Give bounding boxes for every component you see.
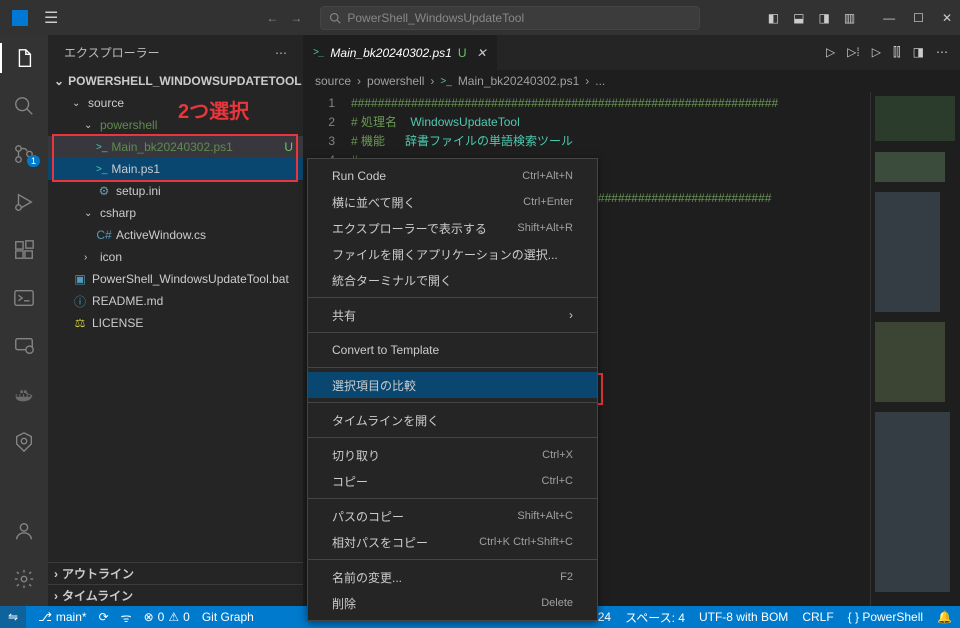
toggle-secondary-sidebar-icon[interactable]: ◨ — [818, 11, 829, 25]
activitybar: 1 — [0, 35, 48, 606]
vscode-logo-icon — [12, 10, 28, 26]
status-language[interactable]: { } PowerShell — [848, 610, 923, 624]
search-text: PowerShell_WindowsUpdateTool — [347, 11, 524, 25]
status-spaces[interactable]: スペース: 4 — [625, 609, 685, 626]
timeline-section[interactable]: ›タイムライン — [48, 584, 303, 606]
file-activewindow-cs[interactable]: C#ActiveWindow.cs — [48, 224, 303, 246]
file-license[interactable]: ⚖LICENSE — [48, 312, 303, 334]
menu-integrated-terminal[interactable]: 統合ターミナルで開く — [308, 267, 597, 293]
menu-share[interactable]: 共有› — [308, 302, 597, 328]
titlebar: ☰ ← → PowerShell_WindowsUpdateTool ◧ ⬓ ◨… — [0, 0, 960, 35]
activity-settings-icon[interactable] — [0, 564, 48, 594]
run-icon[interactable]: ▷ — [826, 45, 835, 60]
sidebar-explorer: エクスプローラー ⋯ ⌄ POWERSHELL_WINDOWSUPDATETOO… — [48, 35, 303, 606]
menu-icon[interactable]: ☰ — [44, 8, 58, 28]
annotation-label: 2つ選択 — [178, 95, 249, 124]
menu-copy-path[interactable]: パスのコピーShift+Alt+C — [308, 503, 597, 529]
file-bat[interactable]: ▣PowerShell_WindowsUpdateTool.bat — [48, 268, 303, 290]
status-branch[interactable]: ⎇main* — [38, 610, 87, 624]
menu-convert-template[interactable]: Convert to Template — [308, 337, 597, 363]
activity-account-icon[interactable] — [0, 516, 48, 546]
file-setup-ini[interactable]: ⚙setup.ini — [48, 180, 303, 202]
menu-open-with[interactable]: ファイルを開くアプリケーションの選択... — [308, 241, 597, 267]
nav-back-icon[interactable]: ← — [266, 11, 278, 25]
maximize-icon[interactable]: ☐ — [913, 11, 924, 25]
more-actions-icon[interactable]: ⋯ — [936, 45, 948, 60]
menu-delete[interactable]: 削除Delete — [308, 590, 597, 616]
minimap[interactable] — [870, 92, 960, 606]
split-right-icon[interactable]: ⫿⫿ — [893, 45, 901, 60]
split-editor-icon[interactable]: ◨ — [913, 45, 924, 60]
menu-run-code[interactable]: Run CodeCtrl+Alt+N — [308, 163, 597, 189]
folder-csharp[interactable]: ⌄csharp — [48, 202, 303, 224]
outline-section[interactable]: ›アウトライン — [48, 562, 303, 584]
license-file-icon: ⚖ — [72, 316, 88, 330]
status-notifications-icon[interactable]: 🔔 — [937, 610, 952, 624]
status-eol[interactable]: CRLF — [802, 610, 833, 624]
activity-docker-icon[interactable] — [0, 379, 48, 409]
tab-main-bk[interactable]: >_ Main_bk20240302.ps1 U ✕ — [303, 35, 497, 70]
menu-open-side[interactable]: 横に並べて開くCtrl+Enter — [308, 189, 597, 215]
editor-tabs: >_ Main_bk20240302.ps1 U ✕ ▷ ▷⁞ ▷ ⫿⫿ ◨ ⋯ — [303, 35, 960, 70]
activity-explorer-icon[interactable] — [0, 43, 48, 73]
status-encoding[interactable]: UTF-8 with BOM — [699, 610, 788, 624]
folder-powershell[interactable]: ⌄powershell — [48, 114, 303, 136]
activity-debug-icon[interactable] — [0, 187, 48, 217]
activity-kubernetes-icon[interactable] — [0, 427, 48, 457]
menu-compare-selected[interactable]: 選択項目の比較 — [308, 372, 597, 398]
annotation-box-files — [52, 134, 298, 182]
activity-extensions-icon[interactable] — [0, 235, 48, 265]
status-broadcast[interactable]: ᯤ — [121, 609, 132, 626]
run-file-icon[interactable]: ▷ — [872, 45, 881, 60]
menu-copy-relative-path[interactable]: 相対パスをコピーCtrl+K Ctrl+Shift+C — [308, 529, 597, 555]
status-gitgraph[interactable]: Git Graph — [202, 610, 254, 624]
nav-forward-icon[interactable]: → — [290, 11, 302, 25]
settings-file-icon: ⚙ — [96, 184, 112, 198]
close-icon[interactable]: ✕ — [942, 11, 952, 25]
powershell-file-icon: >_ — [313, 47, 324, 58]
search-icon — [329, 12, 341, 24]
info-file-icon: ⓘ — [72, 293, 88, 310]
toggle-panel-icon[interactable]: ⬓ — [793, 11, 804, 25]
file-readme[interactable]: ⓘREADME.md — [48, 290, 303, 312]
status-problems[interactable]: ⊗0 ⚠0 — [144, 610, 190, 624]
minimize-icon[interactable]: — — [883, 11, 895, 25]
menu-reveal-explorer[interactable]: エクスプローラーで表示するShift+Alt+R — [308, 215, 597, 241]
status-sync[interactable]: ⟳ — [99, 610, 109, 624]
sidebar-more-icon[interactable]: ⋯ — [275, 46, 287, 60]
context-menu: Run CodeCtrl+Alt+N 横に並べて開くCtrl+Enter エクス… — [307, 158, 598, 621]
project-root[interactable]: ⌄ POWERSHELL_WINDOWSUPDATETOOL — [48, 70, 303, 92]
breadcrumb[interactable]: source› powershell› >_Main_bk20240302.ps… — [303, 70, 960, 92]
csharp-file-icon: C# — [96, 228, 112, 242]
tab-close-icon[interactable]: ✕ — [477, 46, 487, 60]
activity-powershell-icon[interactable] — [0, 283, 48, 313]
command-center[interactable]: PowerShell_WindowsUpdateTool — [320, 6, 700, 30]
menu-cut[interactable]: 切り取りCtrl+X — [308, 442, 597, 468]
menu-copy[interactable]: コピーCtrl+C — [308, 468, 597, 494]
folder-source[interactable]: ⌄source — [48, 92, 303, 114]
activity-scm-icon[interactable]: 1 — [0, 139, 48, 169]
menu-open-timeline[interactable]: タイムラインを開く — [308, 407, 597, 433]
status-remote[interactable]: ⇋ — [0, 606, 26, 628]
activity-search-icon[interactable] — [0, 91, 48, 121]
activity-remote-icon[interactable] — [0, 331, 48, 361]
sidebar-title: エクスプローラー — [64, 44, 160, 61]
status-line-col[interactable]: 24 — [598, 610, 611, 624]
toggle-primary-sidebar-icon[interactable]: ◧ — [768, 11, 779, 25]
bat-file-icon: ▣ — [72, 272, 88, 286]
menu-rename[interactable]: 名前の変更...F2 — [308, 564, 597, 590]
run-debug-icon[interactable]: ▷⁞ — [847, 45, 860, 60]
customize-layout-icon[interactable]: ▥ — [844, 11, 855, 25]
branch-icon: ⎇ — [38, 610, 52, 624]
folder-icon[interactable]: ›icon — [48, 246, 303, 268]
